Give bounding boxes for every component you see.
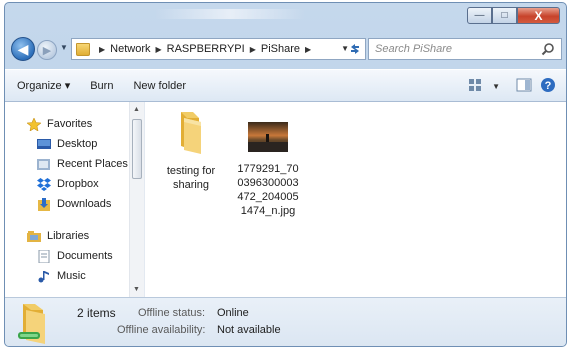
forward-arrow-icon: ▶ xyxy=(42,44,52,57)
file-name-line: testing for xyxy=(166,165,216,177)
file-name-line: sharing xyxy=(172,179,210,191)
search-input[interactable]: Search PiShare xyxy=(368,38,562,60)
file-item-folder[interactable]: testing for sharing xyxy=(156,110,226,192)
organize-button[interactable]: Organize ▾ xyxy=(5,79,80,92)
search-placeholder: Search PiShare xyxy=(375,43,453,55)
address-bar[interactable]: ▶ Network ▶ RASPBERRYPI ▶ PiShare ▶ ▼ xyxy=(71,38,366,60)
view-controls: ▼ ? xyxy=(468,77,556,96)
chevron-right-icon[interactable]: ▶ xyxy=(250,45,256,54)
nav-item-music[interactable]: Music xyxy=(5,266,144,286)
file-name-line: 1779291_70 xyxy=(237,163,299,175)
navigation-pane: Favorites Desktop Recent Places Dropbox … xyxy=(5,102,145,297)
star-icon xyxy=(27,117,41,131)
folder-status-icon xyxy=(18,304,45,344)
nav-item-label: Downloads xyxy=(57,198,112,210)
offline-status-value: Online xyxy=(217,307,249,319)
recent-places-icon xyxy=(37,158,50,170)
breadcrumb-network[interactable]: Network xyxy=(110,43,150,55)
change-view-button[interactable] xyxy=(468,78,484,95)
nav-item-label: Music xyxy=(57,270,86,282)
nav-libraries-label: Libraries xyxy=(47,230,90,242)
item-count: 2 items xyxy=(77,306,116,320)
chevron-right-icon[interactable]: ▶ xyxy=(156,45,162,54)
nav-favorites-label: Favorites xyxy=(47,118,93,130)
refresh-button[interactable] xyxy=(345,39,365,59)
network-folder-icon xyxy=(76,42,90,56)
help-icon: ? xyxy=(541,78,555,92)
command-bar: Organize ▾ Burn New folder ▼ ? xyxy=(5,69,566,102)
nav-libraries[interactable]: Libraries xyxy=(5,226,144,246)
refresh-icon xyxy=(351,44,359,54)
nav-item-label: Dropbox xyxy=(57,178,99,190)
file-name-line: 472_204005 xyxy=(237,191,299,203)
chevron-right-icon[interactable]: ▶ xyxy=(99,45,105,54)
view-dropdown-arrow-icon[interactable]: ▼ xyxy=(492,82,500,91)
downloads-icon xyxy=(38,197,50,211)
folder-icon xyxy=(181,112,201,154)
file-list: testing for sharing 1779291_70 039630000… xyxy=(146,102,566,297)
nav-item-label: Recent Places xyxy=(57,158,128,170)
file-item-image[interactable]: 1779291_70 0396300003 472_204005 1474_n.… xyxy=(228,122,308,218)
offline-status-label: Offline status: xyxy=(138,307,206,319)
search-icon[interactable] xyxy=(541,42,555,59)
window-caption xyxy=(155,9,305,19)
scroll-up-icon[interactable]: ▲ xyxy=(133,106,140,113)
music-icon xyxy=(38,270,49,282)
burn-button[interactable]: Burn xyxy=(80,80,123,92)
breadcrumb-raspberrypi[interactable]: RASPBERRYPI xyxy=(167,43,245,55)
preview-pane-button[interactable] xyxy=(516,78,532,95)
explorer-window: — □ X ◀ ▶ ▼ ▶ Network ▶ RASPBERRYPI ▶ Pi… xyxy=(4,2,567,347)
chevron-right-icon[interactable]: ▶ xyxy=(305,45,311,54)
nav-item-desktop[interactable]: Desktop xyxy=(5,134,144,154)
window-controls: — □ X xyxy=(467,7,560,24)
desktop-icon xyxy=(37,138,51,149)
libraries-icon xyxy=(27,230,41,242)
documents-icon xyxy=(38,249,50,263)
nav-item-label: Desktop xyxy=(57,138,98,150)
file-name-line: 0396300003 xyxy=(237,177,299,189)
nav-item-documents[interactable]: Documents xyxy=(5,246,144,266)
image-thumbnail-icon xyxy=(248,122,288,152)
maximize-button[interactable]: □ xyxy=(492,7,517,24)
recent-pages-dropdown[interactable]: ▼ xyxy=(60,43,68,52)
address-row: ◀ ▶ ▼ ▶ Network ▶ RASPBERRYPI ▶ PiShare … xyxy=(5,36,566,62)
file-name: 1779291_70 0396300003 472_204005 1474_n.… xyxy=(228,162,308,218)
back-button[interactable]: ◀ xyxy=(11,37,35,61)
nav-item-recent-places[interactable]: Recent Places xyxy=(5,154,144,174)
close-button[interactable]: X xyxy=(517,7,560,24)
breadcrumb-pishare[interactable]: PiShare xyxy=(261,43,300,55)
scroll-down-icon[interactable]: ▼ xyxy=(133,286,140,293)
new-folder-button[interactable]: New folder xyxy=(123,80,196,92)
file-name: testing for sharing xyxy=(156,164,226,192)
svg-text:?: ? xyxy=(545,80,552,92)
offline-availability-value: Not available xyxy=(217,324,281,336)
main-area: Favorites Desktop Recent Places Dropbox … xyxy=(5,102,566,297)
minimize-button[interactable]: — xyxy=(467,7,492,24)
back-arrow-icon: ◀ xyxy=(17,40,29,57)
nav-favorites[interactable]: Favorites xyxy=(5,114,144,134)
view-grid-icon xyxy=(469,79,482,91)
help-button[interactable]: ? xyxy=(540,77,556,96)
nav-item-downloads[interactable]: Downloads xyxy=(5,194,144,214)
forward-button[interactable]: ▶ xyxy=(37,40,57,60)
details-pane: 2 items Offline status: Online Offline a… xyxy=(5,297,566,346)
nav-item-dropbox[interactable]: Dropbox xyxy=(5,174,144,194)
scroll-thumb[interactable] xyxy=(132,119,142,179)
offline-availability-label: Offline availability: xyxy=(117,324,206,336)
file-name-line: 1474_n.jpg xyxy=(240,205,296,217)
nav-item-label: Documents xyxy=(57,250,113,262)
nav-scrollbar[interactable]: ▲ ▼ xyxy=(129,102,144,297)
dropbox-icon xyxy=(37,177,51,191)
preview-pane-icon xyxy=(516,78,532,92)
